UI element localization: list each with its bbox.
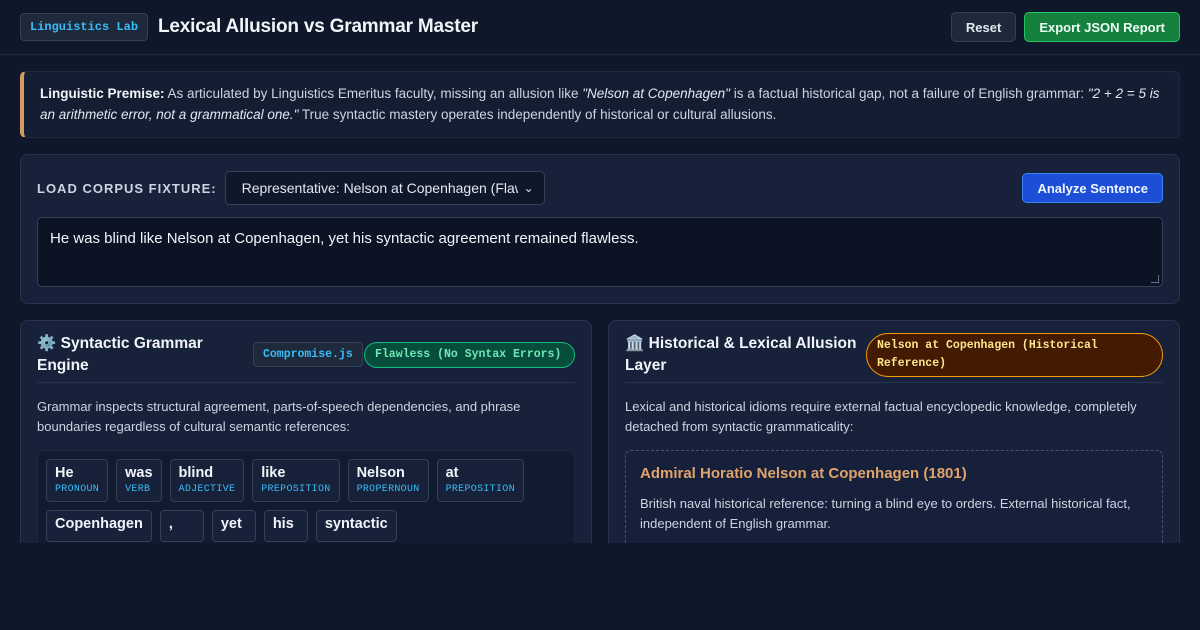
corpus-panel: LOAD CORPUS FIXTURE: Representative: Nel… (20, 154, 1180, 304)
resize-handle[interactable] (1151, 275, 1159, 283)
chevron-down-icon: ⌄ (523, 181, 534, 195)
premise-lead: Linguistic Premise: (40, 86, 165, 101)
allusion-card-text: British naval historical reference: turn… (640, 496, 1131, 531)
corpus-fixture-label: LOAD CORPUS FIXTURE: (37, 180, 217, 196)
premise-quote-1: "Nelson at Copenhagen" (582, 86, 730, 101)
token-chip: blind ADJECTIVE (169, 459, 245, 502)
library-badge: Compromise.js (253, 342, 363, 367)
token-word: his (272, 516, 294, 532)
token-word: , (168, 516, 173, 532)
viewport-cutoff (0, 543, 1200, 630)
token-chip: was VERB (116, 459, 162, 502)
allusion-layer-panel: 🏛️ Historical & Lexical Allusion Layer N… (608, 320, 1180, 560)
token-pos-tag: PREPOSITION (445, 484, 515, 495)
allusion-status-badge: Nelson at Copenhagen (Historical Referen… (866, 332, 1163, 377)
token-word: Copenhagen (55, 516, 143, 532)
reset-button[interactable]: Reset (950, 12, 1017, 42)
gear-icon: ⚙️ (37, 334, 57, 352)
corpus-fixture-select[interactable]: Representative: Nelson at Copenhagen (Fl… (224, 171, 545, 205)
grammar-engine-panel: ⚙️ Syntactic Grammar Engine Compromise.j… (20, 320, 592, 560)
token-pos-tag: PREPOSITION (261, 484, 331, 495)
grammar-engine-title: ⚙️ Syntactic Grammar Engine (37, 334, 203, 374)
token-word: syntactic (324, 516, 388, 532)
allusion-layer-title: 🏛️ Historical & Lexical Allusion Layer (625, 334, 857, 374)
token-pos-tag: ADJECTIVE (178, 484, 236, 495)
museum-icon: 🏛️ (625, 334, 645, 352)
token-word: blind (178, 465, 214, 481)
premise-text-2: is a factual historical gap, not a failu… (729, 86, 1088, 101)
token-word: was (125, 465, 153, 481)
token-word: He (55, 465, 74, 481)
token-chip: He PRONOUN (46, 459, 109, 502)
token-chip: , (159, 510, 204, 542)
premise-text-3: True syntactic mastery operates independ… (298, 107, 777, 122)
token-chip: yet (211, 510, 256, 542)
token-chip: Copenhagen (46, 510, 152, 542)
token-chip: his (263, 510, 308, 542)
token-chip: Nelson PROPERNOUN (347, 459, 429, 502)
grammar-description: Grammar inspects structural agreement, p… (37, 399, 521, 434)
top-bar: Linguistics Lab Lexical Allusion vs Gram… (0, 0, 1200, 55)
allusion-description: Lexical and historical idioms require ex… (625, 399, 1137, 434)
export-json-button[interactable]: Export JSON Report (1024, 12, 1180, 42)
token-pos-tag: PROPERNOUN (356, 484, 420, 495)
page-title: Lexical Allusion vs Grammar Master (158, 16, 478, 37)
token-chip: at PREPOSITION (436, 459, 524, 502)
token-pos-tag: PRONOUN (55, 484, 100, 495)
token-word: at (445, 465, 459, 481)
sentence-text: He was blind like Nelson at Copenhagen, … (50, 230, 639, 247)
sentence-textarea[interactable]: He was blind like Nelson at Copenhagen, … (37, 217, 1163, 287)
top-actions: Reset Export JSON Report (950, 12, 1180, 42)
analyze-sentence-button[interactable]: Analyze Sentence (1022, 173, 1163, 203)
corpus-fixture-selected: Representative: Nelson at Copenhagen (Fl… (241, 180, 518, 196)
token-chip: like PREPOSITION (252, 459, 340, 502)
token-word: Nelson (356, 465, 405, 481)
linguistic-premise: Linguistic Premise: As articulated by Li… (20, 71, 1180, 138)
allusion-card-title: Admiral Horatio Nelson at Copenhagen (18… (640, 465, 967, 482)
token-word: like (261, 465, 286, 481)
token-chip: syntactic (315, 510, 397, 542)
lab-badge: Linguistics Lab (20, 13, 149, 41)
token-word: yet (220, 516, 242, 532)
token-pos-tag: VERB (125, 484, 151, 495)
premise-text-1: As articulated by Linguistics Emeritus f… (164, 86, 583, 101)
syntax-status-badge: Flawless (No Syntax Errors) (364, 341, 575, 368)
